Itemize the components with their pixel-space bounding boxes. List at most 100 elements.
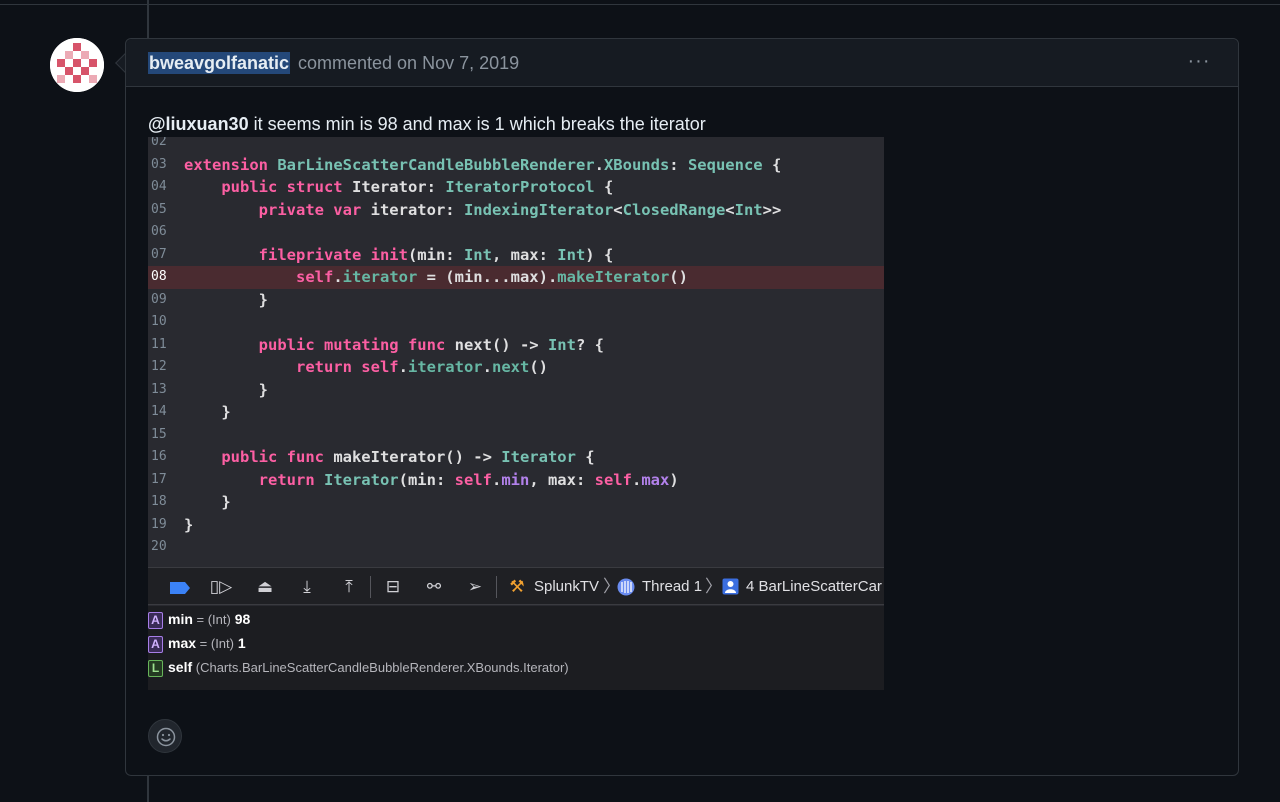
comment-text: @liuxuan30 it seems min is 98 and max is… [148, 113, 706, 135]
breadcrumb-thread[interactable]: Thread 1 [642, 576, 702, 598]
code-editor: 02 03 extension BarLineScatterCandleBubble… [148, 137, 884, 567]
variable-row[interactable]: Amin = (Int) 98 [148, 608, 250, 630]
variable-kind-badge: A [148, 635, 163, 653]
code-text: public mutating func next() -> Int? { [184, 334, 604, 357]
line-number: 08 [151, 269, 167, 284]
toolbar-divider [496, 576, 497, 598]
code-token: Int [734, 200, 763, 219]
code-token: self [454, 470, 492, 489]
code-token: < [725, 200, 735, 219]
code-token: { [762, 155, 782, 174]
code-token: fileprivate init [258, 245, 408, 264]
line-number: 11 [151, 336, 167, 352]
code-token: () [669, 268, 688, 286]
variable-kind-badge: A [148, 611, 163, 629]
code-token: ) [669, 470, 679, 489]
code-token: () [529, 358, 548, 376]
code-text: return self.iterator.next() [184, 356, 548, 379]
step-over-icon[interactable]: ⏏ [252, 576, 278, 598]
code-line: 13 } [148, 379, 884, 402]
code-token: Iterator [323, 470, 399, 489]
code-text: fileprivate init(min: Int, max: Int) { [184, 244, 614, 267]
code-token: : [669, 155, 688, 174]
variable-value: 1 [233, 635, 246, 651]
code-text: } [184, 491, 230, 514]
variable-type: (Int) [210, 636, 234, 651]
line-number: 20 [151, 539, 167, 554]
code-text: public struct Iterator: IteratorProtocol… [184, 176, 613, 199]
code-token: . [631, 470, 642, 489]
debug-toolbar: ▯▷ ⏏ ⤓ ⤒ ⊟ ⚯ ➢ ⚒ SplunkTV 〉 Thread 1 〉 4 [148, 567, 884, 605]
line-number: 15 [151, 426, 167, 442]
code-token: IteratorProtocol [445, 178, 595, 196]
code-token: Sequence [687, 155, 763, 174]
breakpoint-toggle-icon[interactable] [168, 581, 192, 595]
code-line: 03 extension BarLineScatterCandleBubbleRe… [148, 154, 884, 177]
code-line: 10 [148, 311, 884, 334]
line-number: 13 [151, 381, 167, 397]
comment-box: bweavgolfanatic commented on Nov 7, 2019… [125, 38, 1239, 776]
variable-name: self [168, 659, 193, 675]
code-line: 08 self.iterator = (min...max).makeItera… [148, 266, 884, 289]
code-line: 11 public mutating func next() -> Int? { [148, 334, 884, 357]
code-line: 16 public func makeIterator() -> Iterato… [148, 446, 884, 469]
user-mention-link[interactable]: @liuxuan30 [148, 114, 249, 134]
variable-row[interactable]: Amax = (Int) 1 [148, 632, 246, 654]
code-token: } [184, 403, 231, 421]
code-text: public func makeIterator() -> Iterator { [184, 446, 594, 469]
code-token: ? { [575, 335, 604, 354]
add-reaction-button[interactable] [148, 719, 182, 753]
avatar[interactable] [50, 38, 104, 92]
smiley-icon [156, 727, 176, 747]
code-token: min [501, 470, 530, 489]
code-token: = (min...max). [417, 268, 558, 286]
breadcrumb-frame[interactable]: 4 BarLineScatterCar [746, 576, 882, 598]
variable-name: min [168, 611, 193, 627]
variable-type: (Int) [207, 612, 231, 627]
view-hierarchy-icon[interactable]: ⊟ [380, 576, 406, 598]
continue-icon[interactable]: ▯▷ [208, 576, 234, 598]
more-options-button[interactable]: ··· [1182, 51, 1216, 73]
code-line: 05 private var iterator: IndexingIterato… [148, 199, 884, 222]
code-token: Int [557, 245, 586, 264]
code-token: (min: [407, 245, 464, 264]
xcode-screenshot[interactable]: 02 03 extension BarLineScatterCandleBubble… [148, 137, 884, 690]
step-out-icon[interactable]: ⤒ [336, 576, 362, 598]
code-token: max [641, 470, 670, 489]
code-line: 18 } [148, 491, 884, 514]
line-number: 19 [151, 516, 167, 532]
code-text: } [184, 401, 231, 424]
code-token: next() -> [454, 335, 548, 354]
code-line: 04 public struct Iterator: IteratorProto… [148, 176, 884, 199]
variable-kind-badge: L [148, 659, 163, 677]
code-token: self [594, 470, 632, 489]
variable-type: (Charts.BarLineScatterCandleBubbleRender… [195, 660, 569, 675]
memory-graph-icon[interactable]: ⚯ [421, 576, 447, 598]
code-token: IndexingIterator [463, 200, 614, 219]
code-token: . [398, 358, 408, 376]
code-token: next [491, 358, 530, 376]
code-token: , max: [491, 245, 558, 264]
variable-equals: = [192, 612, 208, 627]
code-token: . [482, 358, 492, 376]
comment-timestamp[interactable]: commented on Nov 7, 2019 [298, 52, 519, 74]
code-line: 17 return Iterator(min: self.min, max: s… [148, 469, 884, 492]
line-number: 04 [151, 179, 167, 194]
step-into-icon[interactable]: ⤓ [294, 576, 320, 598]
location-icon[interactable]: ➢ [462, 576, 488, 598]
breadcrumb-app[interactable]: SplunkTV [534, 576, 599, 598]
author-link[interactable]: bweavgolfanatic [148, 52, 291, 74]
code-token: , max: [529, 470, 595, 489]
xcode-app-icon: ⚒ [509, 577, 525, 597]
top-divider [0, 4, 1280, 5]
code-line: 02 [148, 137, 884, 154]
code-token: Int [463, 245, 492, 264]
line-number: 16 [151, 449, 167, 464]
code-token: { [594, 178, 614, 196]
code-line: 15 [148, 424, 884, 447]
variable-row[interactable]: Lself (Charts.BarLineScatterCandleBubble… [148, 656, 569, 678]
code-token: Iterator: [351, 178, 446, 196]
line-number: 03 [151, 156, 167, 172]
